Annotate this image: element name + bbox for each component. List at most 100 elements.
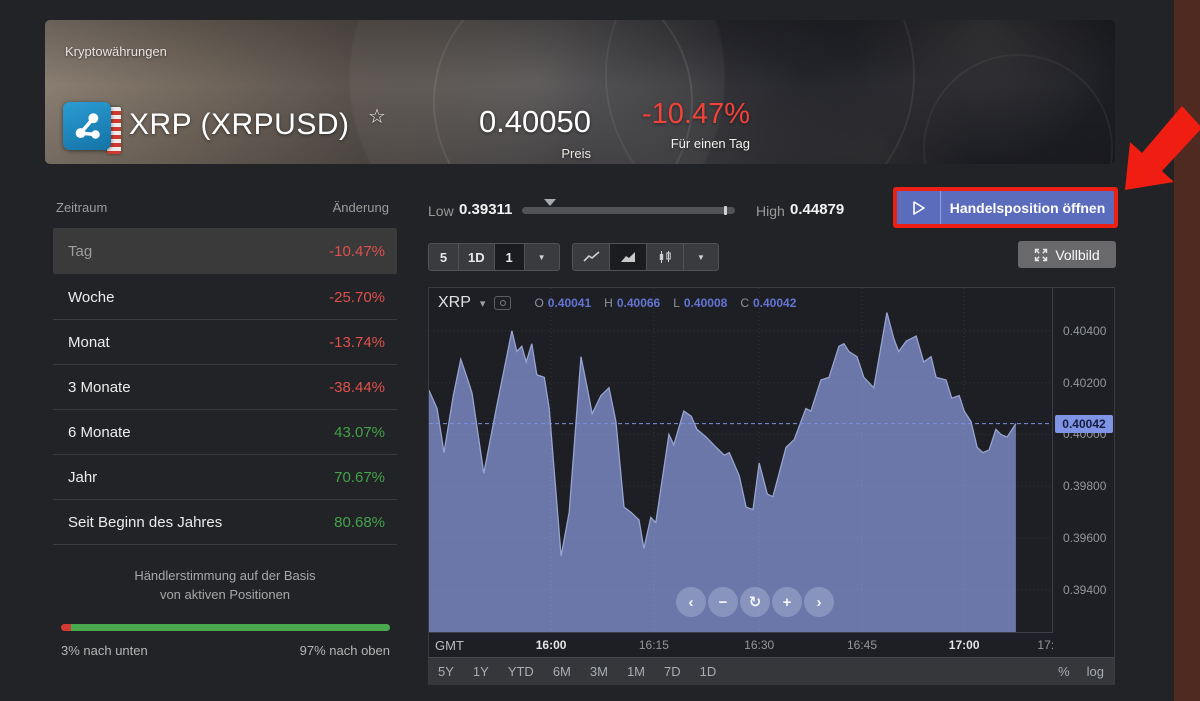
plot-svg xyxy=(429,288,1052,632)
sentiment-bar xyxy=(61,624,390,631)
chart-nav-controls: ‹−↻+› xyxy=(676,587,834,617)
area-series-fill xyxy=(429,313,1016,632)
y-axis-tick-label: 0.39600 xyxy=(1063,531,1106,545)
high-label: High xyxy=(756,203,785,219)
price-label: Preis xyxy=(425,146,591,161)
annotation-red-border: Handelsposition öffnen xyxy=(893,187,1118,228)
interval-button-1d[interactable]: 1D xyxy=(459,244,495,270)
play-icon xyxy=(897,191,941,224)
range-button-5y[interactable]: 5Y xyxy=(438,664,454,679)
change-block: -10.47% Für einen Tag xyxy=(630,98,750,151)
change-column-header: Änderung xyxy=(333,200,389,215)
sentiment-bar-up xyxy=(71,624,390,631)
timezone-label[interactable]: GMT xyxy=(435,638,464,653)
last-price-tag: 0.40042 xyxy=(1055,415,1113,433)
range-slider-marker[interactable] xyxy=(544,199,556,206)
snapshot-camera-icon[interactable] xyxy=(494,296,511,310)
pan-left-button[interactable]: ‹ xyxy=(676,587,706,617)
interval-group: 51D1▼ xyxy=(428,243,560,271)
chart-type-line-button[interactable] xyxy=(573,244,610,270)
day-range-slider[interactable] xyxy=(522,207,735,214)
period-change-value: -25.70% xyxy=(329,289,385,306)
range-button-1d[interactable]: 1D xyxy=(700,664,717,679)
favorite-star-icon[interactable]: ☆ xyxy=(368,104,386,129)
chart-type-candles-button[interactable] xyxy=(647,244,684,270)
period-label: 6 Monate xyxy=(68,424,131,441)
sentiment-up-label: 97% nach oben xyxy=(300,643,390,658)
candles-chart-icon xyxy=(657,250,674,264)
breadcrumb-category[interactable]: Kryptowährungen xyxy=(65,44,167,59)
chart-legend: XRP ▾ O 0.40041 H 0.40066 L 0.40008 C 0.… xyxy=(438,294,805,312)
zoom-in-button[interactable]: + xyxy=(772,587,802,617)
period-label: 3 Monate xyxy=(68,379,131,396)
instrument-banner: Kryptowährungen XRP (XRPUSD) ☆ 0.40050 P… xyxy=(45,20,1115,164)
daily-change-value: -10.47% xyxy=(630,98,750,131)
y-axis-tick-label: 0.39400 xyxy=(1063,583,1106,597)
symbol-label[interactable]: XRP xyxy=(438,294,471,312)
open-value: 0.40041 xyxy=(548,296,591,310)
period-row-6-monate[interactable]: 6 Monate 43.07% xyxy=(53,410,397,455)
period-change-value: -10.47% xyxy=(329,243,385,260)
price-block: 0.40050 Preis xyxy=(425,104,591,161)
pan-right-button[interactable]: › xyxy=(804,587,834,617)
area-chart-icon xyxy=(620,250,637,264)
sentiment-bar-down xyxy=(61,624,71,631)
interval-dropdown-button[interactable]: ▼ xyxy=(525,244,559,270)
chart-plot-area[interactable]: XRP ▾ O 0.40041 H 0.40066 L 0.40008 C 0.… xyxy=(429,288,1053,633)
x-axis-tick-label: 16:30 xyxy=(737,638,781,652)
y-axis-tick-label: 0.40400 xyxy=(1063,324,1106,338)
percent-scale-button[interactable]: % xyxy=(1058,664,1070,679)
x-axis-tick-label: 17: xyxy=(1024,638,1068,652)
x-axis-tick-label: 16:45 xyxy=(840,638,884,652)
open-letter: O xyxy=(534,296,543,310)
sentiment-down-label: 3% nach unten xyxy=(61,643,148,658)
fullscreen-button[interactable]: Vollbild xyxy=(1018,241,1116,268)
period-row-jahr[interactable]: Jahr70.67% xyxy=(53,455,397,500)
period-change-value: -13.74% xyxy=(329,334,385,351)
range-button-3m[interactable]: 3M xyxy=(590,664,608,679)
period-label: Monat xyxy=(68,334,110,351)
x-axis-tick-label: 16:00 xyxy=(529,638,573,652)
period-change-value: 70.67% xyxy=(334,469,385,486)
interval-button-5[interactable]: 5 xyxy=(429,244,459,270)
y-axis-tick-label: 0.39800 xyxy=(1063,479,1106,493)
low-ohlc-value: 0.40008 xyxy=(684,296,727,310)
range-button-1y[interactable]: 1Y xyxy=(473,664,489,679)
high-letter: H xyxy=(604,296,613,310)
range-button-6m[interactable]: 6M xyxy=(553,664,571,679)
open-trade-button[interactable]: Handelsposition öffnen xyxy=(897,191,1114,224)
open-trade-label: Handelsposition öffnen xyxy=(941,200,1114,216)
range-button-ytd[interactable]: YTD xyxy=(508,664,534,679)
period-label: Tag xyxy=(68,243,92,260)
close-letter: C xyxy=(740,296,749,310)
period-change-value: 80.68% xyxy=(334,514,385,531)
log-scale-button[interactable]: log xyxy=(1087,664,1104,679)
chart-type-area-button[interactable] xyxy=(610,244,647,270)
charttype-group: ▼ xyxy=(572,243,719,271)
zoom-out-button[interactable]: − xyxy=(708,587,738,617)
range-button-7d[interactable]: 7D xyxy=(664,664,681,679)
period-row-woche[interactable]: Woche-25.70% xyxy=(53,275,397,320)
x-axis[interactable]: GMT 16:0016:1516:3016:4517:0017: xyxy=(429,633,1116,657)
page: Kryptowährungen XRP (XRPUSD) ☆ 0.40050 P… xyxy=(0,0,1200,701)
low-label: Low xyxy=(428,203,454,219)
period-row-monat[interactable]: Monat -13.74% xyxy=(53,320,397,365)
instrument-title: XRP (XRPUSD) xyxy=(129,108,349,142)
y-axis[interactable]: 0.404000.402000.400000.398000.396000.394… xyxy=(1053,288,1115,633)
low-value: 0.39311 xyxy=(459,201,512,218)
sentiment-title-line1: Händlerstimmung auf der Basis xyxy=(53,566,397,585)
chart-type-dropdown-button[interactable]: ▼ xyxy=(684,244,718,270)
chart-bottom-bar: 5Y 1Y YTD 6M 3M 1M 7D 1D % log xyxy=(429,657,1114,685)
period-row-3-monate[interactable]: 3 Monate-38.44% xyxy=(53,365,397,410)
reset-chart-button[interactable]: ↻ xyxy=(740,587,770,617)
chart-panel: XRP ▾ O 0.40041 H 0.40066 L 0.40008 C 0.… xyxy=(428,287,1115,685)
period-change-value: 43.07% xyxy=(334,424,385,441)
period-row-seit-beginn-des-jahres[interactable]: Seit Beginn des Jahres 80.68% xyxy=(53,500,397,545)
period-label: Seit Beginn des Jahres xyxy=(68,514,222,531)
period-column-header: Zeitraum xyxy=(56,200,107,215)
right-edge-strip xyxy=(1174,0,1200,701)
symbol-dropdown-caret-icon[interactable]: ▾ xyxy=(480,297,486,310)
period-row-tag[interactable]: Tag -10.47% xyxy=(53,228,397,274)
range-button-1m[interactable]: 1M xyxy=(627,664,645,679)
interval-button-1[interactable]: 1 xyxy=(495,244,525,270)
